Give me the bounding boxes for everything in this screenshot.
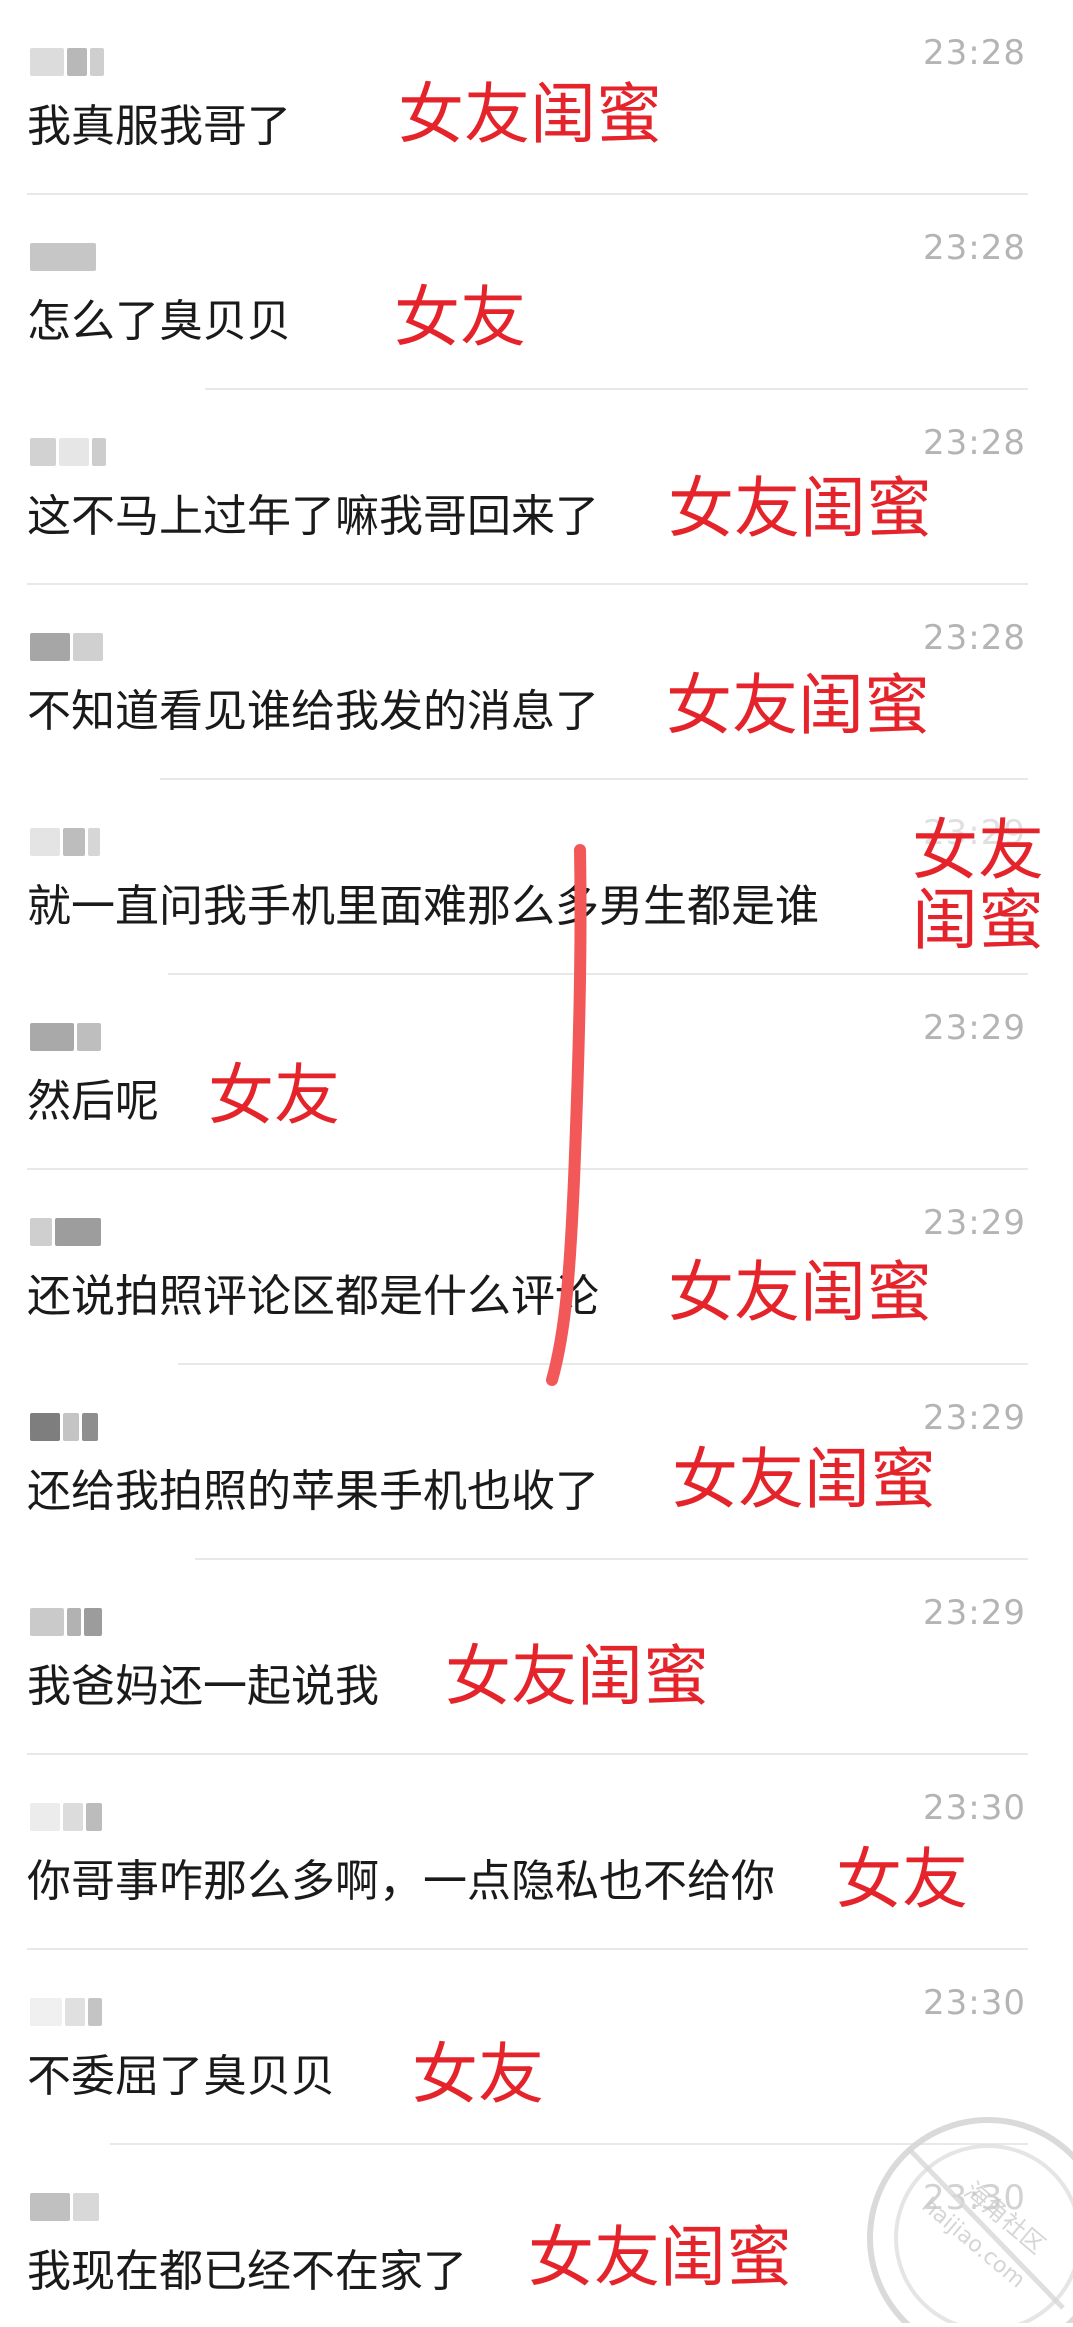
watermark-stamp: 海角社区 haijiao.com [858, 2108, 1073, 2327]
red-marker-stroke [546, 844, 587, 1386]
